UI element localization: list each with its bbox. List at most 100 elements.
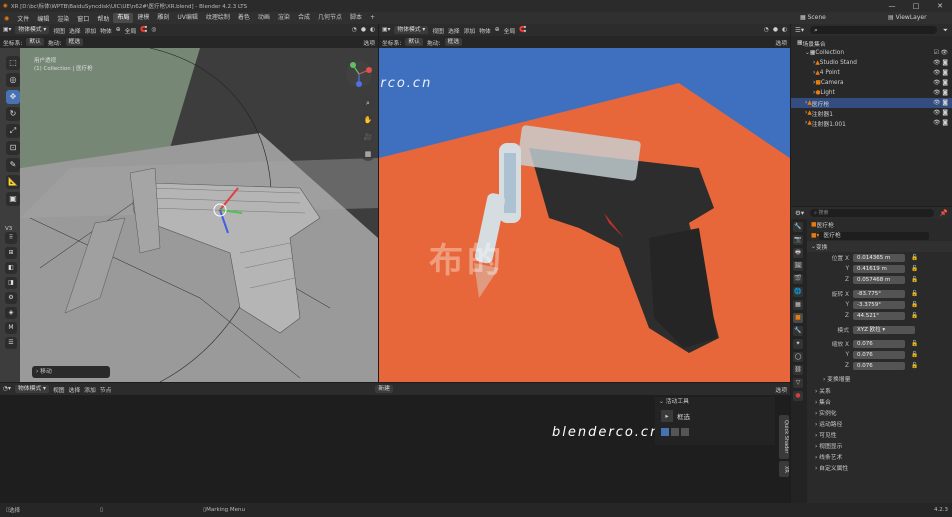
tool-tab-icon[interactable]: 🔧	[793, 222, 803, 232]
proportional-icon[interactable]: ◎	[151, 27, 156, 33]
menu-node[interactable]: 节点	[100, 385, 112, 394]
tab-shading[interactable]: 着色	[234, 13, 254, 23]
tab-xr[interactable]: XR	[779, 461, 789, 477]
select-mode-new-icon[interactable]	[661, 428, 669, 436]
select-mode-add-icon[interactable]	[671, 428, 679, 436]
instancing-section[interactable]: › 实例化	[807, 408, 952, 419]
menu-render[interactable]: 渲染	[53, 14, 73, 23]
tab-quick-shader[interactable]: Quick Shader	[779, 415, 789, 459]
viewport-display-section[interactable]: › 视图显示	[807, 441, 952, 452]
tab-scripting[interactable]: 脚本	[346, 13, 366, 23]
scale-y-field[interactable]: 0.076	[853, 350, 905, 359]
annotate-tool-icon[interactable]: ✎	[6, 158, 20, 172]
cursor-tool-icon[interactable]: ◎	[6, 73, 20, 87]
properties-type-icon[interactable]: ⚙▾	[795, 209, 804, 217]
menu-view[interactable]: 视图	[432, 26, 444, 35]
delta-transform-section[interactable]: › 变换增量	[807, 375, 952, 386]
menu-help[interactable]: 帮助	[93, 14, 113, 23]
editor-type-icon[interactable]: ◔▾	[3, 386, 11, 392]
lock-icon[interactable]: 🔓	[911, 255, 918, 261]
tab-animation[interactable]: 动画	[254, 13, 274, 23]
mode-dropdown[interactable]: 物体模式 ▾	[15, 26, 50, 34]
ext-tool-8-icon[interactable]: ☰	[5, 337, 17, 349]
menu-select[interactable]: 选择	[448, 26, 460, 35]
ext-tool-6-icon[interactable]: ◈	[5, 307, 17, 319]
visibility-icon[interactable]: 👁 ◙	[933, 80, 952, 86]
drag-dropdown[interactable]: 框选	[444, 38, 463, 46]
add-workspace-button[interactable]: +	[366, 13, 379, 23]
scale-x-field[interactable]: 0.076	[853, 339, 905, 348]
menu-add[interactable]: 添加	[84, 385, 96, 394]
menu-object[interactable]: 物体	[479, 26, 491, 35]
orientation-dropdown[interactable]: 全局	[504, 26, 516, 35]
maximize-button[interactable]: □	[904, 0, 928, 12]
minimize-button[interactable]: —	[880, 0, 904, 12]
ext-tool-5-icon[interactable]: ⚙	[5, 292, 17, 304]
location-z-field[interactable]: 0.057468 m	[853, 275, 905, 284]
scene-selector[interactable]: ▦ Scene	[800, 13, 826, 23]
ext-tool-2-icon[interactable]: ⊞	[5, 247, 17, 259]
zoom-icon[interactable]: ⌕	[361, 96, 375, 110]
ext-tool-1-icon[interactable]: ⠿	[5, 232, 17, 244]
coord-dropdown[interactable]: 默认	[26, 38, 44, 46]
outliner-item-4-point[interactable]: › ▲ 4 Point 👁 ◙	[791, 68, 952, 78]
view-layer-selector[interactable]: ▤ ViewLayer	[888, 13, 927, 23]
tab-compositing[interactable]: 合成	[294, 13, 314, 23]
editor-type-icon[interactable]: ▣▾	[3, 27, 11, 33]
close-button[interactable]: ✕	[928, 0, 952, 12]
mode-dropdown[interactable]: 物体模式 ▾	[14, 385, 49, 393]
pan-hand-icon[interactable]: ✋	[361, 113, 375, 127]
ext-tool-4-icon[interactable]: ◨	[5, 277, 17, 289]
scene-tab-icon[interactable]: 🎬	[793, 274, 803, 284]
menu-file[interactable]: 文件	[13, 14, 33, 23]
mode-dropdown[interactable]: 物体模式 ▾	[394, 26, 429, 34]
particles-tab-icon[interactable]: ✦	[793, 339, 803, 349]
select-mode-subtract-icon[interactable]	[681, 428, 689, 436]
scale-z-field[interactable]: 0.076	[853, 361, 905, 370]
custom-properties-section[interactable]: › 自定义属性	[807, 463, 952, 474]
coord-dropdown[interactable]: 默认	[405, 38, 423, 46]
pin-icon[interactable]: 📌	[940, 209, 952, 217]
lock-icon[interactable]: 🔓	[911, 291, 918, 297]
visibility-icon[interactable]: 👁 ◙	[933, 90, 952, 96]
visibility-icon[interactable]: 👁 ◙	[933, 70, 952, 76]
modifier-tab-icon[interactable]: 🔧	[793, 326, 803, 336]
menu-add[interactable]: 添加	[464, 26, 476, 35]
rotation-z-field[interactable]: 44.521°	[853, 311, 905, 320]
overlay-icon[interactable]: ◔	[352, 27, 357, 33]
left-3d-viewport[interactable]: 用户透视 (1) Collection | 医疗枪 ⬚ ◎ ✥ ↻ ⤢ ⊡ ✎ …	[0, 48, 378, 382]
menu-select[interactable]: 选择	[69, 26, 81, 35]
menu-edit[interactable]: 编辑	[33, 14, 53, 23]
add-cube-tool-icon[interactable]: ▣	[6, 192, 20, 206]
tab-geometry-nodes[interactable]: 几何节点	[314, 13, 346, 23]
last-operator-panel[interactable]: › 移动	[32, 366, 110, 378]
orientation-dropdown[interactable]: 全局	[125, 26, 137, 35]
blender-menu-icon[interactable]: ◉	[0, 15, 13, 22]
transform-pivot-icon[interactable]: ⊕	[495, 27, 500, 33]
rotate-tool-icon[interactable]: ↻	[6, 107, 20, 121]
lock-icon[interactable]: 🔓	[911, 277, 918, 283]
relations-section[interactable]: › 关系	[807, 386, 952, 397]
visibility-icon[interactable]: 👁 ◙	[933, 100, 952, 106]
transform-section-header[interactable]: ⌄ 变换	[807, 241, 952, 252]
lock-icon[interactable]: 🔓	[911, 352, 918, 358]
outliner-item-studio-stand[interactable]: › ▲ Studio Stand 👁 ◙	[791, 58, 952, 68]
camera-view-icon[interactable]: 🎥	[361, 130, 375, 144]
outliner-item-syringe-1[interactable]: › ▲ 注射器1 👁 ◙	[791, 108, 952, 118]
measure-tool-icon[interactable]: 📐	[6, 175, 20, 189]
select-box-tool-icon[interactable]: ⬚	[6, 56, 20, 70]
outliner-item-syringe-1-001[interactable]: › ▲ 注射器1.001 👁 ◙	[791, 118, 952, 128]
outliner-item-gun[interactable]: › ▲ 医疗枪 👁 ◙	[791, 98, 952, 108]
navigation-gizmo[interactable]	[345, 60, 373, 88]
motion-paths-section[interactable]: › 运动路径	[807, 419, 952, 430]
shading-rendered-icon[interactable]: ◐	[782, 27, 787, 33]
tab-rendering[interactable]: 渲染	[274, 13, 294, 23]
menu-window[interactable]: 窗口	[73, 14, 93, 23]
rotation-mode-dropdown[interactable]: XYZ 欧拉 ▾	[853, 325, 915, 334]
drag-dropdown[interactable]: 框选	[65, 38, 84, 46]
lock-icon[interactable]: 🔓	[911, 313, 918, 319]
options-dropdown[interactable]: 选项	[363, 38, 375, 47]
outliner-search-input[interactable]: ⌕	[810, 26, 937, 34]
rotation-x-field[interactable]: -83.775°	[853, 289, 905, 298]
material-tab-icon[interactable]: ●	[793, 391, 803, 401]
